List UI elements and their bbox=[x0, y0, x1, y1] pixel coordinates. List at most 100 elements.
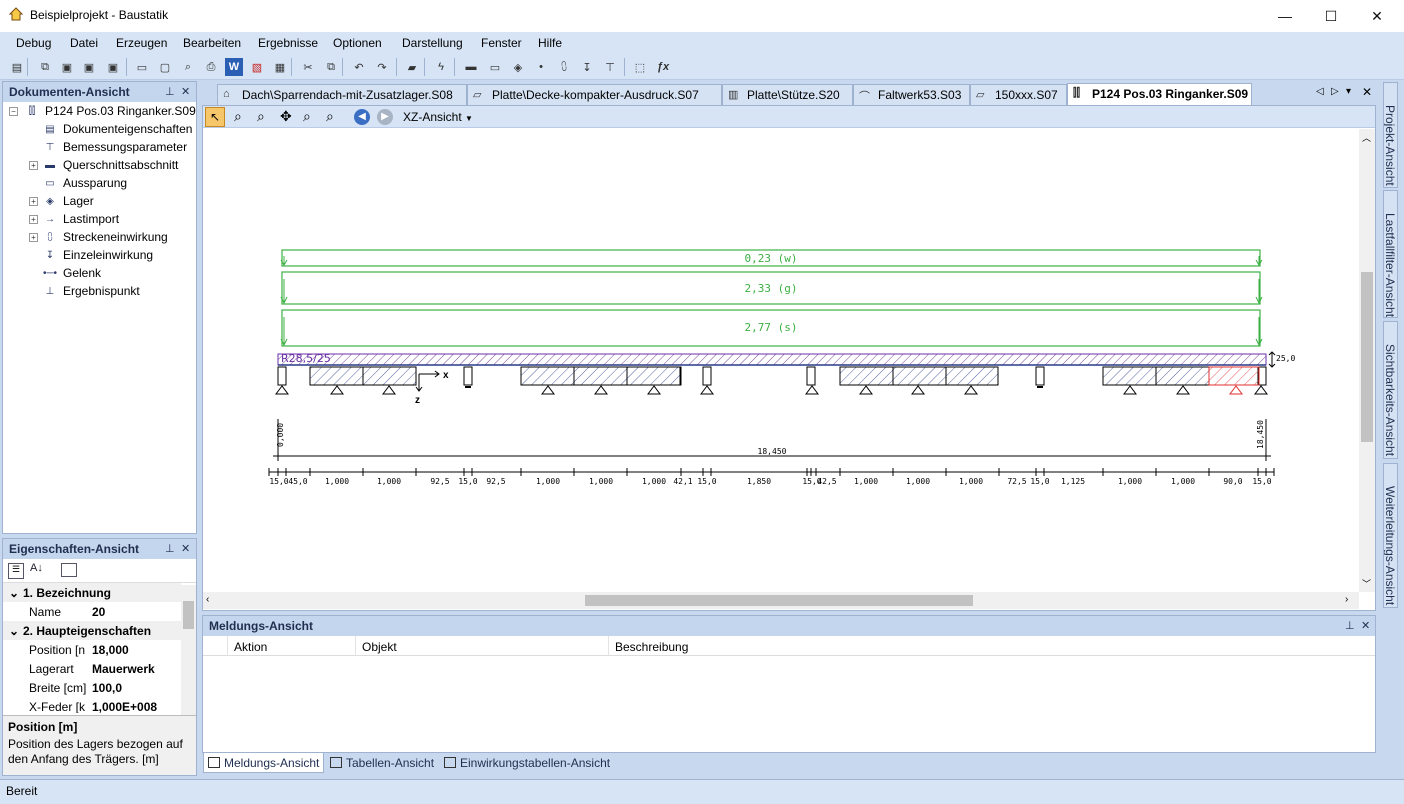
print-preview-icon[interactable]: ⌕ bbox=[179, 58, 197, 76]
column-objekt[interactable]: Objekt bbox=[362, 640, 397, 654]
formula-icon[interactable]: ƒx bbox=[654, 58, 672, 76]
side-tab-weiterleitungs-ansicht[interactable]: Weiterleitungs-Ansicht bbox=[1383, 463, 1398, 608]
expand-icon[interactable]: + bbox=[29, 215, 38, 224]
property-row[interactable]: Lagerart Mauerwerk bbox=[3, 659, 181, 678]
tree-item[interactable]: ◈ Lager bbox=[41, 192, 94, 210]
zoom-out-icon[interactable]: ⌕ bbox=[326, 108, 334, 125]
support-triangle[interactable] bbox=[594, 385, 608, 395]
support-triangle[interactable] bbox=[700, 385, 714, 395]
document-tab[interactable]: ⌒ Faltwerk53.S03 bbox=[853, 84, 970, 105]
support-triangle[interactable] bbox=[541, 385, 555, 395]
result-point-icon[interactable]: ⊤ bbox=[601, 58, 619, 76]
line-load-icon[interactable]: ⩇ bbox=[555, 58, 573, 76]
sort-alpha-icon[interactable]: A↓ bbox=[30, 562, 43, 574]
close-icon[interactable]: ✕ bbox=[181, 85, 190, 98]
property-pages-icon[interactable] bbox=[61, 563, 77, 577]
categorized-icon[interactable]: ☰ bbox=[8, 563, 24, 579]
pin-icon[interactable]: ⊥ bbox=[165, 85, 175, 98]
point-load-icon[interactable]: ↧ bbox=[578, 58, 596, 76]
minimize-button[interactable]: — bbox=[1262, 0, 1308, 32]
tab-scroll-left-icon[interactable]: ◁ bbox=[1316, 86, 1324, 97]
calculate-icon[interactable]: ϟ bbox=[432, 58, 450, 76]
property-value[interactable]: 1,000E+008 bbox=[92, 700, 157, 714]
maximize-button[interactable]: ☐ bbox=[1308, 0, 1354, 32]
side-tab-sichtbarkeits-ansicht[interactable]: Sichtbarkeits-Ansicht bbox=[1383, 321, 1398, 459]
tree-item[interactable]: → Lastimport bbox=[41, 210, 119, 228]
expand-icon[interactable]: + bbox=[29, 161, 38, 170]
load-g[interactable]: 2,33 (g) bbox=[280, 271, 1263, 305]
menu-debug[interactable]: Debug bbox=[16, 36, 51, 50]
property-category[interactable]: ⌄ 1. Bezeichnung bbox=[3, 583, 181, 602]
forward-icon[interactable]: ▶ bbox=[377, 109, 393, 125]
cut-icon[interactable]: ✂ bbox=[299, 58, 317, 76]
close-icon[interactable]: ✕ bbox=[1361, 619, 1370, 632]
menu-datei[interactable]: Datei bbox=[70, 36, 98, 50]
word-icon[interactable]: W bbox=[225, 58, 243, 76]
column-beschreibung[interactable]: Beschreibung bbox=[615, 640, 688, 654]
support-icon[interactable]: ◈ bbox=[509, 58, 527, 76]
column-aktion[interactable]: Aktion bbox=[234, 640, 267, 654]
new-icon[interactable]: ▤ bbox=[8, 58, 26, 76]
expand-icon[interactable]: + bbox=[29, 197, 38, 206]
menu-ergebnisse[interactable]: Ergebnisse bbox=[258, 36, 318, 50]
column-support[interactable] bbox=[1035, 366, 1045, 386]
menu-darstellung[interactable]: Darstellung bbox=[402, 36, 463, 50]
support-triangle[interactable] bbox=[805, 385, 819, 395]
tree-item[interactable]: ▬ Querschnittsabschnitt bbox=[41, 156, 178, 174]
pdf-icon[interactable]: ▧ bbox=[248, 58, 266, 76]
menu-erzeugen[interactable]: Erzeugen bbox=[116, 36, 167, 50]
save-as-icon[interactable]: ▣ bbox=[80, 58, 98, 76]
open-folder-icon[interactable]: ▰ bbox=[403, 58, 421, 76]
support-triangle[interactable] bbox=[964, 385, 978, 395]
document-tab[interactable]: ▱ Platte\Decke-kompakter-Ausdruck.S07 bbox=[467, 84, 722, 105]
tab-meldungs-ansicht[interactable]: Meldungs-Ansicht bbox=[203, 753, 325, 773]
menu-optionen[interactable]: Optionen bbox=[333, 36, 382, 50]
tree-item[interactable]: •─• Gelenk bbox=[41, 264, 101, 282]
support-triangle[interactable] bbox=[647, 385, 661, 395]
collapse-icon[interactable]: − bbox=[9, 107, 18, 116]
drawing-vertical-scrollbar[interactable]: ︿ ﹀ bbox=[1359, 129, 1375, 592]
support-triangle[interactable] bbox=[1229, 385, 1243, 395]
document-tab[interactable]: ⫿⫿ P124 Pos.03 Ringanker.S09 bbox=[1067, 83, 1252, 105]
undo-icon[interactable]: ↶ bbox=[350, 58, 368, 76]
tab-einwirkungstabellen-ansicht[interactable]: Einwirkungstabellen-Ansicht bbox=[440, 753, 614, 773]
property-value[interactable]: 100,0 bbox=[92, 681, 122, 695]
support-triangle[interactable] bbox=[1123, 385, 1137, 395]
tree-item[interactable]: ▭ Aussparung bbox=[41, 174, 127, 192]
property-value[interactable]: 18,000 bbox=[92, 643, 129, 657]
tab-list-icon[interactable]: ▾ bbox=[1346, 86, 1351, 97]
preview-icon[interactable]: ▢ bbox=[156, 58, 174, 76]
selected-support[interactable] bbox=[1208, 366, 1260, 386]
side-tab-lastfallfilter-ansicht[interactable]: Lastfallfilter-Ansicht bbox=[1383, 190, 1398, 318]
menu-bearbeiten[interactable]: Bearbeiten bbox=[183, 36, 241, 50]
zoom-fit-icon[interactable]: ⌕ bbox=[303, 108, 311, 125]
zoom-in-icon[interactable]: ⌕ bbox=[257, 108, 265, 125]
select-arrow-icon[interactable]: ↖ bbox=[205, 107, 225, 127]
property-row[interactable]: Position [n 18,000 bbox=[3, 640, 181, 659]
hinge-icon[interactable]: • bbox=[532, 58, 550, 76]
tree-item[interactable]: ▤ Dokumenteigenschaften bbox=[41, 120, 192, 138]
menu-fenster[interactable]: Fenster bbox=[481, 36, 522, 50]
menu-hilfe[interactable]: Hilfe bbox=[538, 36, 562, 50]
print-icon[interactable]: ⎙ bbox=[202, 58, 220, 76]
close-icon[interactable]: ✕ bbox=[181, 542, 190, 555]
section-icon[interactable]: ▬ bbox=[462, 58, 480, 76]
wall-support[interactable] bbox=[839, 366, 999, 386]
copy-icon[interactable]: ⧉ bbox=[322, 58, 340, 76]
close-window-button[interactable]: ✕ bbox=[1354, 0, 1400, 32]
tree-root[interactable]: ⫿⫿ P124 Pos.03 Ringanker.S09 bbox=[23, 102, 196, 120]
document-tab[interactable]: ▱ 150xxx.S07 bbox=[970, 84, 1067, 105]
expand-icon[interactable]: + bbox=[29, 233, 38, 242]
property-row[interactable]: Name 20 bbox=[3, 602, 181, 621]
recess-icon[interactable]: ▭ bbox=[486, 58, 504, 76]
support-triangle[interactable] bbox=[330, 385, 344, 395]
pan-icon[interactable]: ✥ bbox=[280, 108, 292, 125]
tab-tabellen-ansicht[interactable]: Tabellen-Ansicht bbox=[326, 753, 438, 773]
beam-section[interactable]: R28,5/25 25,0 bbox=[277, 351, 1295, 368]
support-triangle[interactable] bbox=[382, 385, 396, 395]
copy-doc-icon[interactable]: ⧉ bbox=[36, 58, 54, 76]
tree-item[interactable]: ⊤ Bemessungsparameter bbox=[41, 138, 187, 156]
property-scrollbar[interactable] bbox=[181, 585, 196, 715]
property-category[interactable]: ⌄ 2. Haupteigenschaften bbox=[3, 621, 181, 640]
property-value[interactable]: Mauerwerk bbox=[92, 662, 155, 676]
